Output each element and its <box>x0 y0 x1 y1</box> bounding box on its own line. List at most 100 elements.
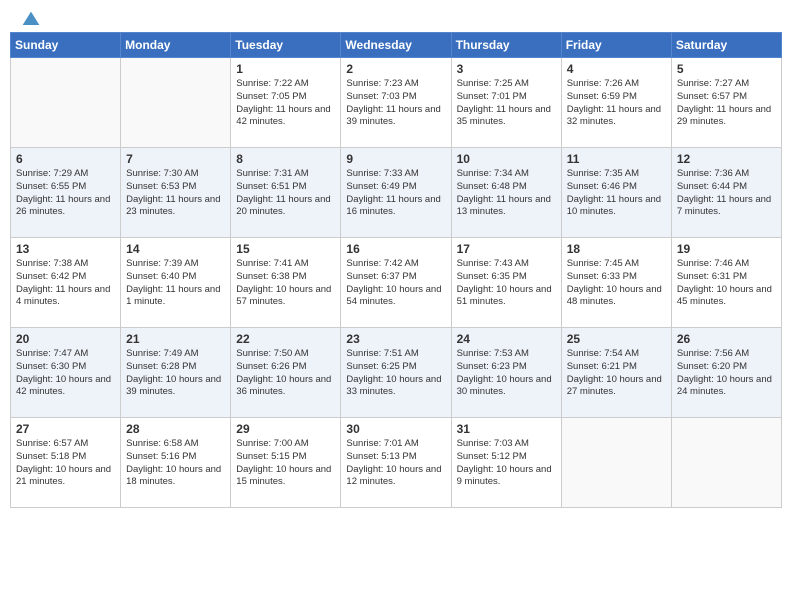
calendar-day-header: Saturday <box>671 33 781 58</box>
calendar-cell: 9Sunrise: 7:33 AM Sunset: 6:49 PM Daylig… <box>341 148 451 238</box>
calendar-cell: 14 Sunrise: 7:39 AM Sunset: 6:40 PM Dayli… <box>121 238 231 328</box>
cell-info: Sunrise: 7:34 AM Sunset: 6:48 PM Dayligh… <box>457 168 556 219</box>
cell-info: Sunrise: 7:51 AM Sunset: 6:25 PM Dayligh… <box>346 348 445 399</box>
cell-info: Sunrise: 7:01 AM Sunset: 5:13 PM Dayligh… <box>346 438 445 489</box>
calendar-week-row: 6 Sunrise: 7:29 AM Sunset: 6:55 PM Daylig… <box>11 148 782 238</box>
day-number: 19 <box>677 242 776 256</box>
calendar-cell: 19 Sunrise: 7:46 AM Sunset: 6:31 PM Dayli… <box>671 238 781 328</box>
calendar-cell: 2Sunrise: 7:23 AM Sunset: 7:03 PM Daylig… <box>341 58 451 148</box>
calendar-cell <box>561 418 671 508</box>
cell-info: Sunrise: 7:46 AM Sunset: 6:31 PM Dayligh… <box>677 258 776 309</box>
calendar-table: SundayMondayTuesdayWednesdayThursdayFrid… <box>10 32 782 508</box>
day-number: 29 <box>236 422 335 436</box>
calendar-cell <box>11 58 121 148</box>
calendar-cell <box>671 418 781 508</box>
calendar-day-header: Friday <box>561 33 671 58</box>
cell-info: Sunrise: 7:53 AM Sunset: 6:23 PM Dayligh… <box>457 348 556 399</box>
calendar-cell: 20 Sunrise: 7:47 AM Sunset: 6:30 PM Dayli… <box>11 328 121 418</box>
calendar-cell: 11Sunrise: 7:35 AM Sunset: 6:46 PM Dayli… <box>561 148 671 238</box>
cell-info: Sunrise: 7:47 AM Sunset: 6:30 PM Dayligh… <box>16 348 115 399</box>
cell-info: Sunrise: 7:42 AM Sunset: 6:37 PM Dayligh… <box>346 258 445 309</box>
cell-info: Sunrise: 7:38 AM Sunset: 6:42 PM Dayligh… <box>16 258 115 309</box>
header <box>10 10 782 28</box>
day-number: 16 <box>346 242 445 256</box>
calendar-day-header: Sunday <box>11 33 121 58</box>
cell-info: Sunrise: 7:26 AM Sunset: 6:59 PM Dayligh… <box>567 78 666 129</box>
calendar-cell: 28Sunrise: 6:58 AM Sunset: 5:16 PM Dayli… <box>121 418 231 508</box>
day-number: 8 <box>236 152 335 166</box>
cell-info: Sunrise: 6:57 AM Sunset: 5:18 PM Dayligh… <box>16 438 115 489</box>
calendar-cell: 12 Sunrise: 7:36 AM Sunset: 6:44 PM Dayli… <box>671 148 781 238</box>
day-number: 10 <box>457 152 556 166</box>
day-number: 14 <box>126 242 225 256</box>
day-number: 5 <box>677 62 776 76</box>
day-number: 27 <box>16 422 115 436</box>
cell-info: Sunrise: 7:49 AM Sunset: 6:28 PM Dayligh… <box>126 348 225 399</box>
calendar-cell: 8 Sunrise: 7:31 AM Sunset: 6:51 PM Daylig… <box>231 148 341 238</box>
day-number: 12 <box>677 152 776 166</box>
day-number: 4 <box>567 62 666 76</box>
calendar-cell: 26 Sunrise: 7:56 AM Sunset: 6:20 PM Dayli… <box>671 328 781 418</box>
calendar-cell: 1Sunrise: 7:22 AM Sunset: 7:05 PM Daylig… <box>231 58 341 148</box>
calendar-cell: 10 Sunrise: 7:34 AM Sunset: 6:48 PM Dayli… <box>451 148 561 238</box>
day-number: 13 <box>16 242 115 256</box>
day-number: 7 <box>126 152 225 166</box>
day-number: 23 <box>346 332 445 346</box>
calendar-cell: 22 Sunrise: 7:50 AM Sunset: 6:26 PM Dayli… <box>231 328 341 418</box>
calendar-cell: 27 Sunrise: 6:57 AM Sunset: 5:18 PM Dayli… <box>11 418 121 508</box>
calendar-cell <box>121 58 231 148</box>
calendar-week-row: 1Sunrise: 7:22 AM Sunset: 7:05 PM Daylig… <box>11 58 782 148</box>
cell-info: Sunrise: 7:27 AM Sunset: 6:57 PM Dayligh… <box>677 78 776 129</box>
day-number: 25 <box>567 332 666 346</box>
cell-info: Sunrise: 7:25 AM Sunset: 7:01 PM Dayligh… <box>457 78 556 129</box>
day-number: 3 <box>457 62 556 76</box>
calendar-cell: 4 Sunrise: 7:26 AM Sunset: 6:59 PM Daylig… <box>561 58 671 148</box>
calendar-week-row: 20 Sunrise: 7:47 AM Sunset: 6:30 PM Dayli… <box>11 328 782 418</box>
calendar-cell: 16 Sunrise: 7:42 AM Sunset: 6:37 PM Dayli… <box>341 238 451 328</box>
calendar-cell: 3 Sunrise: 7:25 AM Sunset: 7:01 PM Daylig… <box>451 58 561 148</box>
calendar-day-header: Tuesday <box>231 33 341 58</box>
cell-info: Sunrise: 7:45 AM Sunset: 6:33 PM Dayligh… <box>567 258 666 309</box>
calendar-week-row: 13 Sunrise: 7:38 AM Sunset: 6:42 PM Dayli… <box>11 238 782 328</box>
calendar-day-header: Wednesday <box>341 33 451 58</box>
calendar-week-row: 27 Sunrise: 6:57 AM Sunset: 5:18 PM Dayli… <box>11 418 782 508</box>
calendar-cell: 7 Sunrise: 7:30 AM Sunset: 6:53 PM Daylig… <box>121 148 231 238</box>
calendar-cell: 31 Sunrise: 7:03 AM Sunset: 5:12 PM Dayli… <box>451 418 561 508</box>
cell-info: Sunrise: 7:00 AM Sunset: 5:15 PM Dayligh… <box>236 438 335 489</box>
calendar-day-header: Thursday <box>451 33 561 58</box>
calendar-header-row: SundayMondayTuesdayWednesdayThursdayFrid… <box>11 33 782 58</box>
calendar-cell: 24 Sunrise: 7:53 AM Sunset: 6:23 PM Dayli… <box>451 328 561 418</box>
day-number: 1 <box>236 62 335 76</box>
cell-info: Sunrise: 7:39 AM Sunset: 6:40 PM Dayligh… <box>126 258 225 309</box>
cell-info: Sunrise: 7:56 AM Sunset: 6:20 PM Dayligh… <box>677 348 776 399</box>
day-number: 24 <box>457 332 556 346</box>
calendar-cell: 23 Sunrise: 7:51 AM Sunset: 6:25 PM Dayli… <box>341 328 451 418</box>
day-number: 18 <box>567 242 666 256</box>
calendar-cell: 18 Sunrise: 7:45 AM Sunset: 6:33 PM Dayli… <box>561 238 671 328</box>
day-number: 22 <box>236 332 335 346</box>
calendar-cell: 21 Sunrise: 7:49 AM Sunset: 6:28 PM Dayli… <box>121 328 231 418</box>
cell-info: Sunrise: 7:29 AM Sunset: 6:55 PM Dayligh… <box>16 168 115 219</box>
calendar-cell: 5 Sunrise: 7:27 AM Sunset: 6:57 PM Daylig… <box>671 58 781 148</box>
cell-info: Sunrise: 7:36 AM Sunset: 6:44 PM Dayligh… <box>677 168 776 219</box>
calendar-cell: 13 Sunrise: 7:38 AM Sunset: 6:42 PM Dayli… <box>11 238 121 328</box>
day-number: 31 <box>457 422 556 436</box>
day-number: 6 <box>16 152 115 166</box>
calendar-cell: 29 Sunrise: 7:00 AM Sunset: 5:15 PM Dayli… <box>231 418 341 508</box>
cell-info: Sunrise: 7:03 AM Sunset: 5:12 PM Dayligh… <box>457 438 556 489</box>
cell-info: Sunrise: 7:23 AM Sunset: 7:03 PM Dayligh… <box>346 78 445 129</box>
cell-info: Sunrise: 7:30 AM Sunset: 6:53 PM Dayligh… <box>126 168 225 219</box>
day-number: 17 <box>457 242 556 256</box>
cell-info: Sunrise: 7:41 AM Sunset: 6:38 PM Dayligh… <box>236 258 335 309</box>
day-number: 26 <box>677 332 776 346</box>
cell-info: Sunrise: 6:58 AM Sunset: 5:16 PM Dayligh… <box>126 438 225 489</box>
day-number: 21 <box>126 332 225 346</box>
day-number: 9 <box>346 152 445 166</box>
cell-info: Sunrise: 7:31 AM Sunset: 6:51 PM Dayligh… <box>236 168 335 219</box>
calendar-cell: 30Sunrise: 7:01 AM Sunset: 5:13 PM Dayli… <box>341 418 451 508</box>
day-number: 20 <box>16 332 115 346</box>
cell-info: Sunrise: 7:43 AM Sunset: 6:35 PM Dayligh… <box>457 258 556 309</box>
calendar-day-header: Monday <box>121 33 231 58</box>
calendar-cell: 6 Sunrise: 7:29 AM Sunset: 6:55 PM Daylig… <box>11 148 121 238</box>
cell-info: Sunrise: 7:50 AM Sunset: 6:26 PM Dayligh… <box>236 348 335 399</box>
